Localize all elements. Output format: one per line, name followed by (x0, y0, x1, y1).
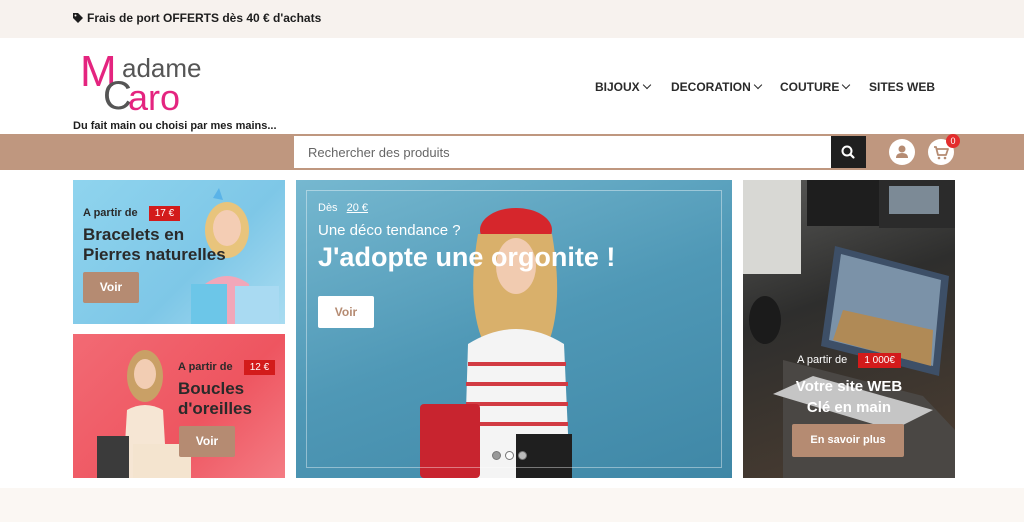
shipping-promo-text: Frais de port OFFERTS dès 40 € d'achats (87, 11, 322, 25)
from-label: A partir de (178, 361, 233, 373)
search-button[interactable] (831, 136, 866, 168)
slider-dot[interactable] (518, 451, 527, 460)
search-input[interactable] (294, 136, 831, 168)
banner-earrings[interactable]: A partir de 12 € Boucles d'oreilles Voir (73, 334, 285, 478)
banner-title-line: Bracelets en (83, 225, 185, 244)
search-bar: 0 (0, 134, 1024, 170)
voir-button[interactable]: Voir (83, 272, 139, 303)
promo-bar: Frais de port OFFERTS dès 40 € d'achats (0, 0, 1024, 38)
banner-website[interactable]: A partir de 1 000€ Votre site WEB Clé en… (743, 180, 955, 478)
nav-item-couture[interactable]: COUTURE (780, 80, 851, 94)
price-row: A partir de 17 € (83, 201, 181, 221)
chevron-down-icon (642, 80, 651, 90)
from-label: Dès (318, 202, 338, 214)
site-tagline: Du fait main ou choisi par mes mains... (73, 120, 277, 132)
banner-title: Votre site WEB Clé en main (743, 376, 955, 418)
voir-button[interactable]: Voir (179, 426, 235, 457)
account-button[interactable] (889, 139, 915, 165)
nav-item-label: BIJOUX (595, 80, 640, 94)
nav-item-label: COUTURE (780, 80, 840, 94)
nav-item-bijoux[interactable]: BIJOUX (595, 80, 651, 94)
nav-item-decoration[interactable]: DECORATION (671, 80, 763, 94)
slide-subtitle: Une déco tendance ? (318, 222, 461, 239)
price-row: Dès 20 € (318, 202, 368, 214)
site-logo[interactable]: M adame C aro (78, 46, 218, 117)
chevron-down-icon (753, 80, 763, 90)
banner-title-line: Votre site WEB (795, 378, 903, 395)
banner-title-line: Clé en main (806, 399, 892, 416)
slider-dot[interactable] (505, 451, 514, 460)
nav-item-sites-web[interactable]: SITES WEB (869, 80, 935, 94)
nav-item-label: DECORATION (671, 80, 751, 94)
cart-count-badge: 0 (946, 134, 960, 148)
voir-button[interactable]: Voir (318, 296, 374, 328)
site-header: M adame C aro Du fait main ou choisi par… (0, 38, 1024, 134)
price-badge: 12 € (243, 360, 276, 375)
nav-item-label: SITES WEB (869, 80, 936, 94)
price-badge: 17 € (148, 206, 181, 221)
user-icon (896, 145, 908, 158)
tag-icon (73, 13, 83, 23)
from-label: A partir de (83, 207, 138, 219)
banner-title: Bracelets en Pierres naturelles (83, 225, 226, 265)
price-row: A partir de 1 000€ (743, 348, 955, 368)
price-label: 20 € (346, 202, 369, 214)
banner-title-line: Boucles (178, 379, 245, 398)
price-row: A partir de 12 € (178, 355, 276, 375)
slider-dot[interactable] (492, 451, 501, 460)
banner-title: Boucles d'oreilles (178, 379, 252, 419)
banner-title-line: d'oreilles (178, 399, 252, 418)
logo-text-aro: aro (128, 77, 181, 118)
hero-slider-orgonite[interactable]: Dès 20 € Une déco tendance ? J'adopte un… (296, 180, 732, 478)
banner-title-line: Pierres naturelles (83, 245, 226, 264)
chevron-down-icon (842, 80, 851, 90)
price-badge: 1 000€ (858, 353, 901, 368)
learn-more-button[interactable]: En savoir plus (792, 424, 904, 457)
banner-bracelets[interactable]: A partir de 17 € Bracelets en Pierres na… (73, 180, 285, 324)
page-footer-strip (0, 488, 1024, 522)
slider-dots (492, 445, 531, 464)
from-label: A partir de (797, 354, 848, 366)
slide-title: J'adopte une orgonite ! (318, 242, 616, 272)
search-icon (841, 145, 855, 159)
